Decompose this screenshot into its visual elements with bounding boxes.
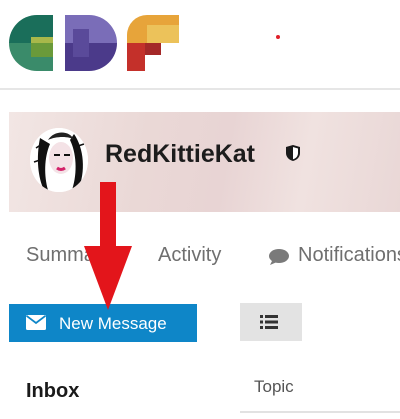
shield-icon	[285, 144, 301, 167]
site-header	[0, 0, 400, 90]
site-logo[interactable]	[9, 15, 179, 76]
sidebar-inbox[interactable]: Inbox	[26, 380, 79, 403]
new-message-label: New Message	[59, 314, 167, 333]
red-dot-marker	[276, 35, 280, 39]
list-icon	[260, 315, 278, 332]
topic-column-label[interactable]: Topic	[254, 377, 294, 397]
table-header-topic: Topic	[240, 363, 400, 413]
tab-notifications[interactable]: Notifications	[268, 244, 400, 267]
profile-banner: RedKittieKat	[9, 112, 400, 212]
profile-username: RedKittieKat	[105, 140, 256, 168]
annotation-arrow	[84, 182, 132, 315]
tab-notifications-label: Notifications	[298, 244, 400, 266]
profile-tabs: Summary Activity Notifications	[0, 236, 400, 276]
tab-activity[interactable]: Activity	[158, 244, 221, 267]
envelope-icon	[25, 315, 47, 335]
list-view-button[interactable]	[240, 303, 302, 341]
avatar[interactable]	[30, 128, 88, 192]
